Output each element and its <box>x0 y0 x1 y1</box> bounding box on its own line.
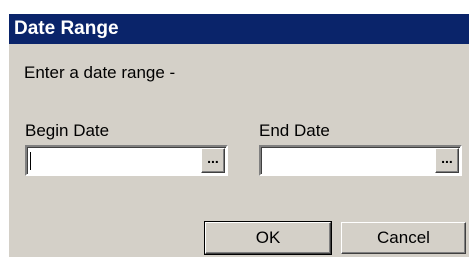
end-date-input[interactable] <box>263 148 427 172</box>
end-date-picker-button[interactable]: ... <box>435 148 459 173</box>
begin-date-input[interactable] <box>29 148 193 172</box>
begin-date-picker-button[interactable]: ... <box>201 148 225 173</box>
end-date-field[interactable]: ... <box>259 145 462 176</box>
end-date-label: End Date <box>259 121 330 140</box>
ok-button[interactable]: OK <box>204 221 332 255</box>
text-cursor <box>30 152 31 170</box>
date-range-dialog: Date Range Enter a date range - Begin Da… <box>9 14 469 257</box>
cancel-button[interactable]: Cancel <box>341 222 466 254</box>
begin-date-label: Begin Date <box>25 121 110 140</box>
prompt-text: Enter a date range - <box>24 63 176 82</box>
dialog-title: Date Range <box>9 14 469 44</box>
begin-date-field[interactable]: ... <box>25 145 228 176</box>
